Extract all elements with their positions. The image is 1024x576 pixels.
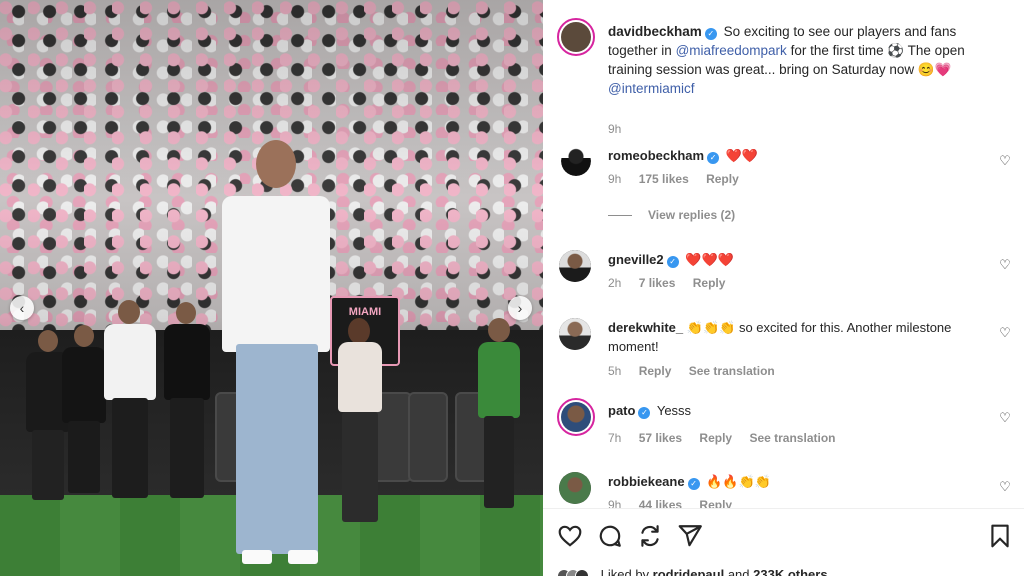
heart-icon[interactable] [557,523,583,549]
verified-icon: ✓ [687,478,700,490]
heart-icon[interactable]: ♡ [998,258,1012,272]
comment-text: robbiekeane ✓ 🔥🔥👏👏 [608,472,968,491]
comment-username[interactable]: derekwhite_ [608,320,683,335]
share-icon[interactable] [637,523,663,549]
comment-username[interactable]: gneville2 [608,252,664,267]
liked-by-and: and [727,567,750,576]
caption-time: 9h [608,122,622,136]
mention-link[interactable]: @miafreedompark [676,43,787,58]
verified-icon: ✓ [704,28,717,40]
avatar [575,568,589,576]
liked-by-user[interactable]: rodridepaul [653,567,725,576]
comment-time: 5h [608,364,622,378]
comment-text: gneville2 ✓ ❤️❤️❤️ [608,250,968,269]
comment-likes[interactable]: 175 likes [639,172,689,186]
liked-by-prefix: Liked by [600,567,650,576]
avatar[interactable] [561,146,591,176]
post-action-bar: Liked by rodridepaul and 233K others [543,508,1024,576]
verified-icon: ✓ [666,256,679,268]
comment-username[interactable]: romeobeckham [608,148,704,163]
comment-meta: 9h 175 likes Reply [608,172,753,186]
comment-icon[interactable] [597,523,623,549]
chevron-left-icon[interactable]: ‹ [10,296,34,320]
comment-body: ❤️❤️❤️ [685,252,734,267]
comment-username[interactable]: robbiekeane [608,474,685,489]
see-translation-link[interactable]: See translation [689,364,775,378]
liked-by-count[interactable]: 233K others [753,567,827,576]
bookmark-icon[interactable] [987,523,1013,549]
avatar[interactable] [557,398,595,436]
liked-by-summary: Liked by rodridepaul and 233K others [557,567,828,576]
comment-time: 2h [608,276,622,290]
heart-icon[interactable]: ♡ [998,480,1012,494]
comment-meta: 2h 7 likes Reply [608,276,739,290]
comment-text: pato ✓ Yesss [608,401,968,420]
comment-likes[interactable]: 57 likes [639,431,682,445]
heart-icon[interactable]: ♡ [998,411,1012,425]
comment-text: romeobeckham ✓ ❤️❤️ [608,146,968,165]
comment-text: derekwhite_ 👏👏👏 so excited for this. Ano… [608,318,968,356]
comment-meta: 7h 57 likes Reply See translation [608,431,849,445]
mention-link[interactable]: @intermiamicf [608,81,694,96]
comment-body: Yesss [656,403,692,418]
reply-button[interactable]: Reply [639,364,672,378]
caption-text: davidbeckham ✓ So exciting to see our pla… [608,22,988,98]
comment-username[interactable]: pato [608,403,635,418]
caption-username[interactable]: davidbeckham [608,24,702,39]
divider-line [608,215,632,217]
heart-icon[interactable]: ♡ [998,326,1012,340]
comment-meta: 5h Reply See translation [608,364,789,378]
verified-icon: ✓ [707,152,720,164]
verified-icon: ✓ [638,407,651,419]
reply-button[interactable]: Reply [693,276,726,290]
comment-likes[interactable]: 7 likes [639,276,676,290]
heart-icon[interactable]: ♡ [998,154,1012,168]
avatar[interactable] [559,472,591,504]
comment-time: 9h [608,172,622,186]
send-icon[interactable] [677,523,703,549]
comment-time: 7h [608,431,622,445]
reply-button[interactable]: Reply [706,172,739,186]
avatar[interactable] [559,318,591,350]
comment-body: ❤️❤️ [725,148,759,163]
avatar[interactable] [559,250,591,282]
comments-panel: davidbeckham ✓ So exciting to see our pla… [543,0,1024,576]
comment-body: 🔥🔥👏👏 [706,474,771,489]
view-replies-button[interactable]: View replies (2) [608,208,735,222]
team-bench-seat [408,392,448,482]
chevron-right-icon[interactable]: › [508,296,532,320]
see-translation-link[interactable]: See translation [749,431,835,445]
post-photo[interactable]: MIAMI ‹ › [0,0,543,576]
avatar[interactable] [557,18,595,56]
reply-button[interactable]: Reply [699,431,732,445]
